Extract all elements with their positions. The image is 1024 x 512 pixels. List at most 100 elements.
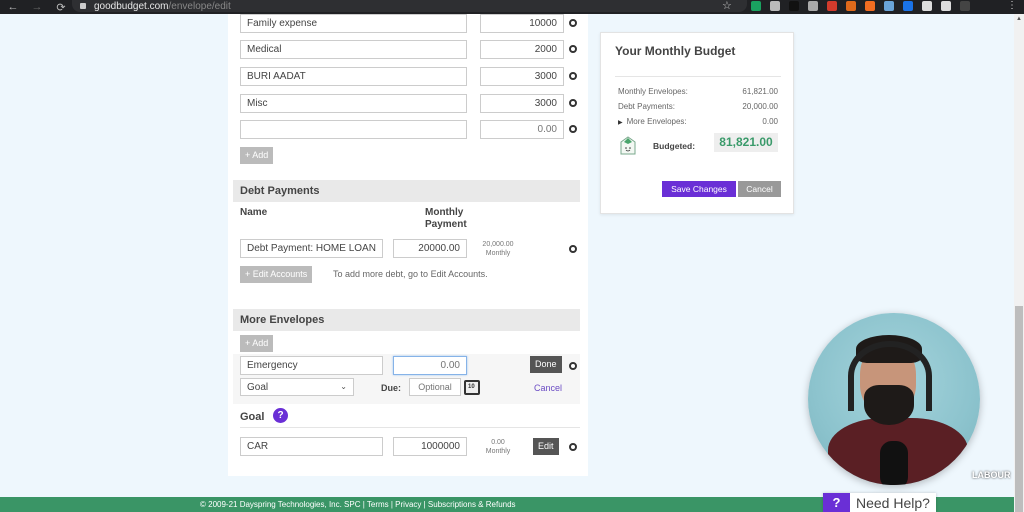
- browser-extension-icon[interactable]: [941, 1, 951, 11]
- debt-note-amount: 20,000.00: [482, 241, 514, 248]
- footer-text[interactable]: © 2009-21 Dayspring Technologies, Inc. S…: [200, 500, 516, 509]
- address-bar[interactable]: goodbudget.com /envelope/edit: [72, 0, 747, 12]
- calendar-icon[interactable]: [464, 380, 480, 395]
- budgeted-label: Budgeted:: [653, 141, 696, 151]
- budget-line-debt-payments: Debt Payments: 20,000.00: [618, 102, 778, 111]
- expand-caret-icon[interactable]: ▶: [618, 120, 623, 126]
- chevron-down-icon: ⌄: [340, 382, 347, 391]
- browser-extension-icon[interactable]: [903, 1, 913, 11]
- browser-extension-icon[interactable]: [884, 1, 894, 11]
- envelope-edit-panel: + Add Debt Payments Name Monthly Payment…: [228, 14, 588, 476]
- monthly-budget-card: Your Monthly Budget Monthly Envelopes: 6…: [600, 32, 794, 214]
- envelope-amount-input[interactable]: [480, 94, 564, 113]
- debt-hint-text: To add more debt, go to Edit Accounts.: [333, 269, 488, 279]
- add-more-envelope-button[interactable]: + Add: [240, 335, 274, 352]
- browser-extension-icon[interactable]: [789, 1, 799, 11]
- debt-amount-input[interactable]: [393, 239, 467, 258]
- remove-envelope-icon[interactable]: [569, 125, 577, 133]
- due-date-input[interactable]: [409, 378, 461, 396]
- goal-name-input[interactable]: [240, 437, 383, 456]
- more-envelopes-header: More Envelopes: [233, 309, 580, 331]
- add-envelope-button[interactable]: + Add: [240, 147, 274, 164]
- save-changes-button[interactable]: Save Changes: [662, 181, 736, 197]
- need-help-label[interactable]: Need Help?: [850, 493, 936, 512]
- goal-help-icon[interactable]: ?: [273, 408, 288, 423]
- browser-extension-icon[interactable]: [751, 1, 761, 11]
- debt-payment-column-label: Monthly Payment: [425, 207, 467, 230]
- webcam-overlay: [808, 313, 980, 485]
- due-label: Due:: [381, 383, 401, 393]
- browser-extension-icon[interactable]: [808, 1, 818, 11]
- budget-card-divider: [615, 76, 781, 77]
- envelope-name-input[interactable]: [240, 67, 467, 86]
- remove-envelope-icon[interactable]: [569, 99, 577, 107]
- remove-goal-icon[interactable]: [569, 443, 577, 451]
- envelope-amount-input[interactable]: [480, 40, 564, 59]
- budget-line-value: 0.00: [762, 117, 778, 126]
- channel-watermark: LABOUR: [972, 470, 1011, 480]
- browser-extension-icon[interactable]: [922, 1, 932, 11]
- browser-extension-icon[interactable]: [960, 1, 970, 11]
- need-help-widget[interactable]: ? Need Help?: [823, 493, 936, 512]
- envelope-name-input[interactable]: [240, 94, 467, 113]
- envelope-name-input[interactable]: [240, 14, 467, 33]
- goal-note-amount: 0.00: [491, 439, 505, 446]
- goal-amount-input[interactable]: [393, 437, 467, 456]
- scroll-up-arrow-icon[interactable]: ▲: [1016, 16, 1022, 22]
- goal-note-period: Monthly: [485, 448, 511, 455]
- budget-line-more-envelopes[interactable]: ▶ More Envelopes: 0.00: [618, 117, 778, 126]
- browser-toolbar: ← → ⟳ goodbudget.com /envelope/edit ☆ ⋮: [0, 0, 1024, 14]
- envelope-icon: [620, 136, 636, 155]
- microphone-icon: [880, 441, 908, 485]
- envelope-name-input[interactable]: [240, 120, 467, 139]
- budget-line-label: More Envelopes:: [626, 117, 687, 126]
- remove-envelope-icon[interactable]: [569, 45, 577, 53]
- edit-accounts-button[interactable]: + Edit Accounts: [240, 266, 313, 283]
- cancel-button[interactable]: Cancel: [738, 181, 781, 197]
- envelope-amount-input[interactable]: [480, 67, 564, 86]
- scrollbar-thumb[interactable]: [1015, 306, 1023, 512]
- budget-line-label: Monthly Envelopes:: [618, 87, 688, 96]
- browser-extension-icon[interactable]: [865, 1, 875, 11]
- budget-line-value: 61,821.00: [742, 87, 778, 96]
- goal-monthly-note: 0.00 Monthly: [480, 438, 516, 456]
- back-icon[interactable]: ←: [4, 1, 22, 13]
- goal-edit-button[interactable]: Edit: [533, 438, 559, 455]
- browser-extension-icon[interactable]: [846, 1, 856, 11]
- more-envelope-amount-input[interactable]: [393, 356, 467, 375]
- remove-envelope-icon[interactable]: [569, 19, 577, 27]
- reload-icon[interactable]: ⟳: [52, 1, 70, 14]
- debt-note-period: Monthly: [485, 250, 511, 257]
- debt-name-input[interactable]: [240, 239, 383, 258]
- budget-line-label: Debt Payments:: [618, 102, 675, 111]
- budget-line-monthly-envelopes: Monthly Envelopes: 61,821.00: [618, 87, 778, 96]
- remove-more-envelope-icon[interactable]: [569, 362, 577, 370]
- browser-extension-icon[interactable]: [827, 1, 837, 11]
- envelope-name-input[interactable]: [240, 40, 467, 59]
- more-envelope-name-input[interactable]: [240, 356, 383, 375]
- cancel-edit-link[interactable]: Cancel: [534, 383, 562, 393]
- forward-icon[interactable]: →: [28, 1, 46, 13]
- page-scrollbar[interactable]: ▲: [1014, 14, 1024, 512]
- budget-card-title: Your Monthly Budget: [615, 44, 736, 58]
- url-path: /envelope/edit: [168, 0, 231, 12]
- bookmark-star-icon[interactable]: ☆: [722, 0, 732, 12]
- goal-divider: [240, 427, 580, 428]
- headphones-icon: [848, 341, 932, 411]
- debt-payments-header: Debt Payments: [233, 180, 580, 202]
- browser-menu-icon[interactable]: ⋮: [1007, 0, 1017, 12]
- done-button[interactable]: Done: [530, 356, 562, 373]
- browser-extension-icon[interactable]: [770, 1, 780, 11]
- lock-icon: [80, 3, 86, 9]
- goal-heading: Goal: [240, 411, 265, 423]
- url-host: goodbudget.com: [94, 0, 169, 12]
- remove-envelope-icon[interactable]: [569, 72, 577, 80]
- envelope-type-select[interactable]: Goal ⌄: [240, 378, 354, 396]
- help-question-icon[interactable]: ?: [823, 493, 850, 512]
- remove-debt-icon[interactable]: [569, 245, 577, 253]
- envelope-amount-input[interactable]: [480, 120, 564, 139]
- budget-line-value: 20,000.00: [742, 102, 778, 111]
- envelope-amount-input[interactable]: [480, 14, 564, 33]
- debt-monthly-note: 20,000.00 Monthly: [477, 240, 519, 258]
- budgeted-total: 81,821.00: [714, 133, 778, 152]
